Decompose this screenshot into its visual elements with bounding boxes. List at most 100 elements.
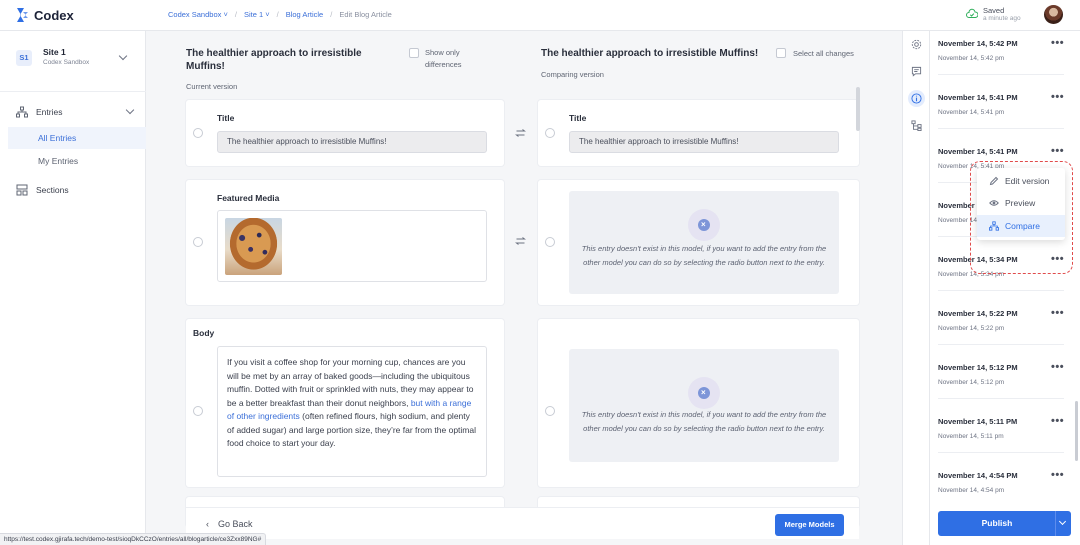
version-history-panel: November 14, 5:42 PM November 14, 5:42 p… bbox=[930, 31, 1080, 545]
info-icon[interactable] bbox=[911, 93, 922, 104]
version-divider bbox=[938, 344, 1064, 345]
version-divider bbox=[938, 398, 1064, 399]
empty-entry-placeholder: × This entry doesn't exist in this model… bbox=[569, 349, 839, 462]
save-status: Saved a minute ago bbox=[966, 6, 1021, 22]
breadcrumb-workspace[interactable]: Codex Sandbox ˅ bbox=[168, 10, 228, 19]
version-menu-highlight: Edit version Preview Compare bbox=[970, 161, 1073, 274]
go-back-label: Go Back bbox=[218, 519, 253, 529]
version-item[interactable]: November 14, 4:54 PM November 14, 4:54 p… bbox=[938, 469, 1068, 494]
featured-media-comparing-radio[interactable] bbox=[545, 237, 555, 247]
save-status-time: a minute ago bbox=[983, 15, 1021, 22]
merge-models-button[interactable]: Merge Models bbox=[775, 514, 844, 536]
version-item[interactable]: November 14, 5:41 PM November 14, 5:41 p… bbox=[938, 91, 1068, 116]
featured-media-label: Featured Media bbox=[217, 193, 280, 203]
publish-split-divider bbox=[1055, 511, 1056, 536]
compare-footer: ‹ Go Back Merge Models bbox=[186, 507, 859, 539]
chevron-down-icon[interactable] bbox=[1058, 517, 1067, 526]
breadcrumb: Codex Sandbox ˅ / Site 1 ˅ / Blog Articl… bbox=[168, 10, 392, 19]
top-bar: Codex Codex Sandbox ˅ / Site 1 ˅ / Blog … bbox=[0, 0, 1080, 31]
title-field-label: Title bbox=[569, 113, 587, 123]
version-title: November 14, 5:41 PM bbox=[938, 147, 1018, 156]
edit-version-menu-item[interactable]: Edit version bbox=[977, 170, 1065, 192]
chevron-down-icon bbox=[118, 51, 128, 61]
more-icon[interactable]: ••• bbox=[1051, 307, 1064, 319]
sidebar-item-entries[interactable]: Entries bbox=[16, 105, 135, 119]
site-workspace: Codex Sandbox bbox=[43, 59, 90, 66]
publish-button[interactable]: Publish bbox=[938, 511, 1071, 536]
more-icon[interactable]: ••• bbox=[1051, 415, 1064, 427]
version-context-menu: Edit version Preview Compare bbox=[977, 168, 1065, 240]
preview-menu-item[interactable]: Preview bbox=[977, 192, 1065, 214]
breadcrumb-model[interactable]: Blog Article bbox=[286, 10, 324, 19]
empty-entry-message: This entry doesn't exist in this model, … bbox=[581, 410, 827, 433]
version-timestamp: November 14, 5:12 pm bbox=[938, 379, 1005, 386]
featured-media-current: Featured Media bbox=[186, 180, 504, 305]
select-all-changes-label: Select all changes bbox=[793, 49, 854, 58]
version-timestamp: November 14, 4:54 pm bbox=[938, 487, 1005, 494]
more-icon[interactable]: ••• bbox=[1051, 37, 1064, 49]
version-item[interactable]: November 14, 5:12 PM November 14, 5:12 p… bbox=[938, 361, 1068, 386]
body-field-current: Body If you visit a coffee shop for your… bbox=[186, 319, 504, 487]
title-comparing-radio[interactable] bbox=[545, 128, 555, 138]
featured-media-current-radio[interactable] bbox=[193, 237, 203, 247]
comparing-version-title: The healthier approach to irresistible M… bbox=[541, 48, 759, 59]
swap-icon[interactable] bbox=[515, 237, 526, 245]
more-icon[interactable]: ••• bbox=[1051, 469, 1064, 481]
body-current-radio[interactable] bbox=[193, 406, 203, 416]
publish-label: Publish bbox=[981, 518, 1013, 528]
chevron-down-icon bbox=[125, 105, 135, 115]
show-only-differences-label: Show only differences bbox=[425, 48, 462, 69]
avatar[interactable] bbox=[1044, 5, 1063, 24]
go-back-button[interactable]: ‹ Go Back bbox=[206, 519, 253, 529]
sidebar-item-label: Sections bbox=[36, 185, 69, 195]
version-timestamp: November 14, 5:22 pm bbox=[938, 325, 1005, 332]
body-comparing-radio[interactable] bbox=[545, 406, 555, 416]
sidebar: S1 Site 1 Codex Sandbox Entries All Entr… bbox=[0, 31, 146, 545]
version-item[interactable]: November 14, 5:11 PM November 14, 5:11 p… bbox=[938, 415, 1068, 440]
cloud-check-icon bbox=[966, 8, 978, 18]
version-title: November 14, 4:54 PM bbox=[938, 471, 1018, 480]
save-status-title: Saved bbox=[983, 6, 1005, 15]
version-timestamp: November 14, 5:42 pm bbox=[938, 55, 1005, 62]
body-field-comparing: × This entry doesn't exist in this model… bbox=[538, 319, 859, 487]
version-item[interactable]: November 14, 5:42 PM November 14, 5:42 p… bbox=[938, 37, 1068, 62]
version-item[interactable]: November 14, 5:22 PM November 14, 5:22 p… bbox=[938, 307, 1068, 332]
sidebar-item-my-entries[interactable]: My Entries bbox=[8, 150, 146, 172]
breadcrumb-site[interactable]: Site 1 ˅ bbox=[244, 10, 270, 19]
empty-entry-message: This entry doesn't exist in this model, … bbox=[581, 244, 827, 267]
entries-icon bbox=[16, 106, 28, 118]
sections-icon bbox=[16, 184, 28, 196]
swap-icon[interactable] bbox=[515, 129, 526, 137]
pencil-icon bbox=[989, 176, 999, 186]
versions-scrollbar[interactable] bbox=[1075, 401, 1078, 461]
compare-scrollbar[interactable] bbox=[856, 87, 860, 131]
body-field-label: Body bbox=[193, 328, 215, 338]
comments-icon[interactable] bbox=[911, 66, 922, 77]
version-divider bbox=[938, 128, 1064, 129]
title-comparing-input: The healthier approach to irresistible M… bbox=[569, 131, 839, 153]
title-current-radio[interactable] bbox=[193, 128, 203, 138]
title-field-comparing: Title The healthier approach to irresist… bbox=[538, 100, 859, 166]
title-field-current: Title The healthier approach to irresist… bbox=[186, 100, 504, 166]
breadcrumb-current: Edit Blog Article bbox=[339, 10, 392, 19]
current-version-title: The healthier approach to irresistible M… bbox=[186, 48, 362, 72]
featured-media-image[interactable] bbox=[225, 218, 282, 275]
compare-menu-item[interactable]: Compare bbox=[977, 215, 1065, 237]
sidebar-item-sections[interactable]: Sections bbox=[16, 184, 69, 196]
hierarchy-icon[interactable] bbox=[911, 120, 922, 131]
site-badge: S1 bbox=[16, 50, 32, 66]
show-only-differences-checkbox[interactable] bbox=[409, 48, 419, 58]
current-version-caption: Current version bbox=[186, 82, 238, 91]
app-logo[interactable]: Codex bbox=[16, 7, 74, 23]
more-icon[interactable]: ••• bbox=[1051, 91, 1064, 103]
more-icon[interactable]: ••• bbox=[1051, 145, 1064, 157]
version-divider bbox=[938, 290, 1064, 291]
sidebar-item-all-entries[interactable]: All Entries bbox=[8, 127, 146, 149]
site-switcher[interactable]: S1 Site 1 Codex Sandbox bbox=[16, 46, 130, 70]
select-all-changes-checkbox[interactable] bbox=[776, 48, 786, 58]
settings-icon[interactable] bbox=[911, 39, 922, 50]
more-icon[interactable]: ••• bbox=[1051, 361, 1064, 373]
compare-view: The healthier approach to irresistible M… bbox=[146, 31, 902, 545]
body-content: If you visit a coffee shop for your morn… bbox=[217, 346, 487, 477]
empty-entry-placeholder: × This entry doesn't exist in this model… bbox=[569, 191, 839, 294]
